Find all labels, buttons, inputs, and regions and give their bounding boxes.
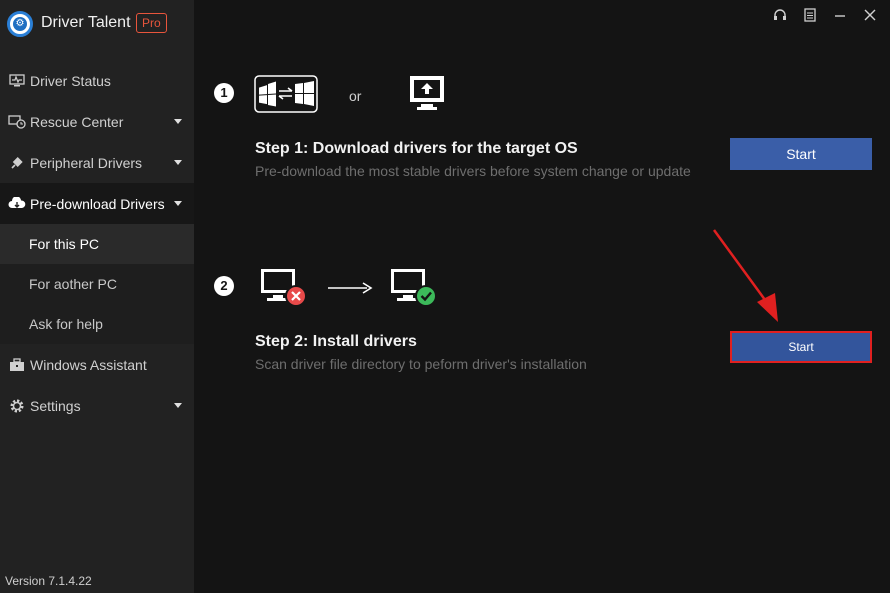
sidebar-subitem-ask-for-help[interactable]: Ask for help [0, 304, 194, 344]
sidebar-item-pre-download-drivers[interactable]: Pre-download Drivers [0, 183, 194, 224]
toolbox-icon [8, 356, 26, 374]
sidebar-item-rescue-center[interactable]: Rescue Center [0, 101, 194, 142]
sidebar-item-label: Windows Assistant [30, 356, 147, 373]
sidebar-item-label: Peripheral Drivers [30, 154, 143, 171]
step-1-description: Pre-download the most stable drivers bef… [255, 163, 691, 179]
sidebar-item-peripheral-drivers[interactable]: Peripheral Drivers [0, 142, 194, 183]
sidebar-item-label: Driver Status [30, 72, 111, 89]
restore-icon [8, 113, 26, 131]
sidebar-item-windows-assistant[interactable]: Windows Assistant [0, 344, 194, 385]
arrow-right-icon [328, 282, 373, 294]
os-switch-icon [254, 75, 318, 113]
step-2-number: 2 [214, 276, 234, 296]
sidebar-subitem-for-other-pc[interactable]: For aother PC [0, 264, 194, 304]
sidebar-nav: Driver Status Rescue Center Peripheral D… [0, 60, 194, 426]
version-label: Version 7.1.4.22 [5, 574, 92, 588]
step-2-description: Scan driver file directory to peform dri… [255, 356, 587, 372]
close-icon[interactable] [862, 7, 878, 23]
chevron-down-icon [174, 403, 182, 408]
sidebar-item-driver-status[interactable]: Driver Status [0, 60, 194, 101]
app-logo-icon: ⚙ [7, 11, 33, 37]
sidebar-item-label: Settings [30, 397, 81, 414]
sidebar-subitem-for-this-pc[interactable]: For this PC [0, 224, 194, 264]
sidebar: ⚙ Driver Talent Pro Driver Status Rescue… [0, 0, 194, 593]
pro-badge: Pro [136, 13, 167, 33]
annotation-arrow-icon [712, 229, 778, 322]
sidebar-item-label: Pre-download Drivers [30, 195, 165, 212]
step-1-title: Step 1: Download drivers for the target … [255, 140, 578, 157]
or-label: or [349, 88, 362, 104]
monitor-upload-icon [410, 76, 444, 110]
monitor-pulse-icon [8, 72, 26, 90]
step-2-title: Step 2: Install drivers [255, 333, 417, 350]
step-1-start-button[interactable]: Start [730, 138, 872, 170]
cloud-download-icon [8, 195, 26, 213]
sidebar-item-settings[interactable]: Settings [0, 385, 194, 426]
monitor-success-icon [391, 269, 437, 307]
step-2-start-button[interactable]: Start [730, 331, 872, 363]
app-title: Driver Talent [41, 14, 131, 31]
chevron-down-icon [174, 119, 182, 124]
window-controls [772, 7, 878, 23]
step-1-number: 1 [214, 83, 234, 103]
monitor-error-icon [261, 269, 307, 307]
gear-icon [8, 397, 26, 415]
menu-icon[interactable] [802, 7, 818, 23]
headset-icon[interactable] [772, 7, 788, 23]
plug-icon [8, 154, 26, 172]
minimize-icon[interactable] [832, 7, 848, 23]
sidebar-item-label: Rescue Center [30, 113, 124, 130]
chevron-down-icon [174, 160, 182, 165]
chevron-down-icon [174, 201, 182, 206]
